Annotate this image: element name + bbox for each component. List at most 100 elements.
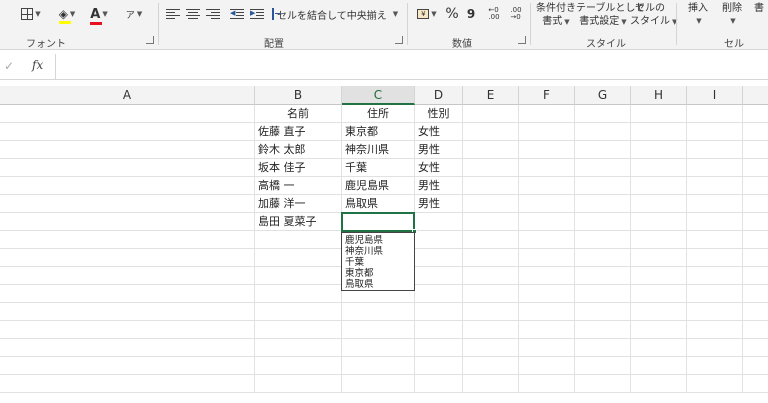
check-icon[interactable]: ✓ — [4, 59, 14, 73]
align-left-button[interactable] — [164, 4, 182, 24]
cell-F7[interactable] — [519, 213, 575, 231]
cell-H2[interactable] — [631, 123, 687, 141]
cell-E13[interactable] — [463, 321, 519, 339]
cell-D7[interactable] — [415, 213, 463, 231]
cell-A6[interactable] — [0, 195, 255, 213]
cell-H9[interactable] — [631, 249, 687, 267]
cell-G2[interactable] — [575, 123, 631, 141]
font-color-button[interactable]: A ▼ — [86, 4, 112, 25]
accounting-format-button[interactable]: ¥ ▼ — [414, 4, 440, 24]
cell-H14[interactable] — [631, 339, 687, 357]
cell-E14[interactable] — [463, 339, 519, 357]
cell-F8[interactable] — [519, 231, 575, 249]
cell-C15[interactable] — [342, 357, 415, 375]
borders-button[interactable]: ▼ — [18, 4, 44, 24]
cell-I8[interactable] — [687, 231, 743, 249]
cell-I3[interactable] — [687, 141, 743, 159]
align-center-button[interactable] — [184, 4, 202, 24]
cell-G8[interactable] — [575, 231, 631, 249]
cell-E9[interactable] — [463, 249, 519, 267]
cell-A7[interactable] — [0, 213, 255, 231]
cell-F16[interactable] — [519, 375, 575, 393]
cell-H16[interactable] — [631, 375, 687, 393]
cell-B15[interactable] — [255, 357, 342, 375]
percent-button[interactable]: % — [443, 4, 461, 24]
column-header-A[interactable]: A — [0, 86, 255, 105]
cell-D16[interactable] — [415, 375, 463, 393]
cell-B8[interactable] — [255, 231, 342, 249]
cell-I2[interactable] — [687, 123, 743, 141]
decrease-decimal-button[interactable]: .00 →0 — [506, 4, 526, 24]
cell-A12[interactable] — [0, 303, 255, 321]
cell-A14[interactable] — [0, 339, 255, 357]
format-button[interactable]: 書 — [754, 2, 768, 15]
cell-A11[interactable] — [0, 285, 255, 303]
cell-I5[interactable] — [687, 177, 743, 195]
cell-A10[interactable] — [0, 267, 255, 285]
cell-H6[interactable] — [631, 195, 687, 213]
cell-I13[interactable] — [687, 321, 743, 339]
cell-A3[interactable] — [0, 141, 255, 159]
column-header-D[interactable]: D — [415, 86, 463, 105]
cell-H4[interactable] — [631, 159, 687, 177]
cell-F11[interactable] — [519, 285, 575, 303]
cell-A16[interactable] — [0, 375, 255, 393]
cell-D6[interactable]: 男性 — [415, 195, 463, 213]
cell-I16[interactable] — [687, 375, 743, 393]
cell-C12[interactable] — [342, 303, 415, 321]
cell-G15[interactable] — [575, 357, 631, 375]
cell-A4[interactable] — [0, 159, 255, 177]
cell-I12[interactable] — [687, 303, 743, 321]
comma-style-button[interactable]: 9 — [463, 4, 479, 24]
cell-E8[interactable] — [463, 231, 519, 249]
align-right-button[interactable] — [204, 4, 222, 24]
cell-B5[interactable]: 高橋 一 — [255, 177, 342, 195]
cell-C4[interactable]: 千葉 — [342, 159, 415, 177]
cell-G10[interactable] — [575, 267, 631, 285]
cell-F2[interactable] — [519, 123, 575, 141]
cell-D12[interactable] — [415, 303, 463, 321]
active-cell-editor[interactable] — [341, 212, 417, 234]
cell-G4[interactable] — [575, 159, 631, 177]
cell-I7[interactable] — [687, 213, 743, 231]
cell-F14[interactable] — [519, 339, 575, 357]
cell-E3[interactable] — [463, 141, 519, 159]
cell-A8[interactable] — [0, 231, 255, 249]
cell-H15[interactable] — [631, 357, 687, 375]
cell-B13[interactable] — [255, 321, 342, 339]
cell-F4[interactable] — [519, 159, 575, 177]
cell-D11[interactable] — [415, 285, 463, 303]
cell-C13[interactable] — [342, 321, 415, 339]
cell-D9[interactable] — [415, 249, 463, 267]
cell-H1[interactable] — [631, 105, 687, 123]
cell-D5[interactable]: 男性 — [415, 177, 463, 195]
cell-styles-button[interactable]: セルの スタイル ▼ — [630, 2, 677, 29]
cell-F15[interactable] — [519, 357, 575, 375]
cell-G11[interactable] — [575, 285, 631, 303]
cell-B7[interactable]: 島田 夏菜子 — [255, 213, 342, 231]
column-header-B[interactable]: B — [255, 86, 342, 105]
cell-H12[interactable] — [631, 303, 687, 321]
column-header-I[interactable]: I — [687, 86, 743, 105]
cell-D8[interactable] — [415, 231, 463, 249]
cell-I6[interactable] — [687, 195, 743, 213]
cell-C2[interactable]: 東京都 — [342, 123, 415, 141]
cell-E15[interactable] — [463, 357, 519, 375]
alignment-launcher-icon[interactable] — [395, 36, 403, 44]
cell-B14[interactable] — [255, 339, 342, 357]
cell-B4[interactable]: 坂本 佳子 — [255, 159, 342, 177]
cell-E2[interactable] — [463, 123, 519, 141]
merge-center-button[interactable]: セルを結合して中央揃え ▼ — [272, 4, 398, 24]
cell-G7[interactable] — [575, 213, 631, 231]
cell-E16[interactable] — [463, 375, 519, 393]
cell-A15[interactable] — [0, 357, 255, 375]
cell-D14[interactable] — [415, 339, 463, 357]
cell-G14[interactable] — [575, 339, 631, 357]
fx-icon[interactable]: fx — [32, 58, 43, 72]
cell-D15[interactable] — [415, 357, 463, 375]
cell-D10[interactable] — [415, 267, 463, 285]
cell-D13[interactable] — [415, 321, 463, 339]
cell-C3[interactable]: 神奈川県 — [342, 141, 415, 159]
cell-F10[interactable] — [519, 267, 575, 285]
increase-decimal-button[interactable]: ←0.00 — [484, 4, 504, 24]
